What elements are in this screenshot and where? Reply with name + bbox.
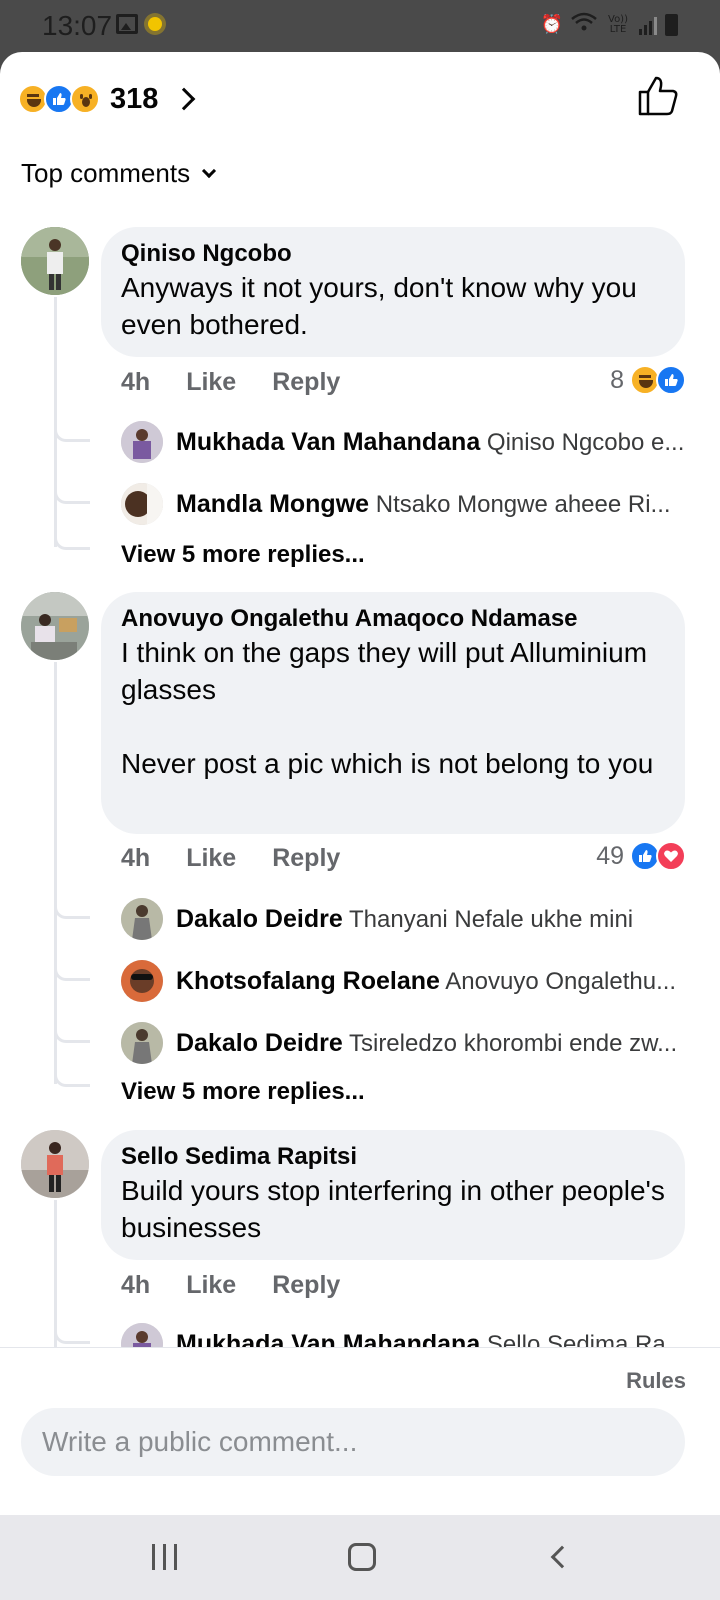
home-icon [348, 1543, 376, 1571]
comment-reaction-count: 49 [596, 841, 624, 870]
avatar[interactable] [121, 421, 163, 463]
comment-reactions[interactable]: 8 [610, 365, 686, 395]
chevron-right-icon [173, 87, 196, 111]
reactions-summary[interactable]: 318 [18, 74, 196, 124]
comments-sheet: 318 Top comments Qiniso Ngcobo Anyways i… [0, 52, 720, 1515]
like-button[interactable]: Like [186, 368, 236, 397]
comment-actions: 4h Like Reply [121, 844, 340, 873]
like-button[interactable]: Like [186, 844, 236, 873]
reply-text: Ntsako Mongwe aheee Ri... [375, 491, 671, 518]
comment-input[interactable] [21, 1408, 685, 1476]
love-icon [656, 841, 686, 871]
alarm-icon: ⏰ [540, 14, 563, 35]
comment-author[interactable]: Sello Sedima Rapitsi [121, 1142, 665, 1172]
network-type-label: Vo)) LTE [608, 13, 628, 35]
home-button[interactable] [342, 1539, 382, 1575]
thumbs-up-icon [638, 76, 678, 116]
comment-reaction-count: 8 [610, 365, 624, 394]
reaction-count: 318 [110, 82, 159, 115]
sort-comments-dropdown[interactable]: Top comments [21, 158, 217, 189]
reply-connector [54, 482, 90, 504]
reply-preview[interactable]: Mandla Mongwe Ntsako Mongwe aheee Ri... [176, 490, 686, 519]
reply-connector [54, 1322, 90, 1344]
recent-apps-icon [151, 1544, 155, 1570]
reply-connector [54, 1021, 90, 1043]
battery-icon [665, 13, 678, 36]
reply-connector [54, 528, 90, 550]
avatar[interactable] [121, 483, 163, 525]
like-post-button[interactable] [636, 74, 680, 118]
back-button[interactable] [540, 1539, 580, 1575]
reply-button[interactable]: Reply [272, 368, 340, 397]
reply-text: Tsireledzo khorombi ende zw... [348, 1030, 678, 1057]
reply-connector [54, 1065, 90, 1087]
comment-text: I think on the gaps they will put Allumi… [121, 637, 654, 779]
view-more-replies-link[interactable]: View 5 more replies... [121, 1078, 365, 1106]
comment-bubble[interactable]: Sello Sedima Rapitsi Build yours stop in… [101, 1130, 685, 1260]
reply-text: Qiniso Ngcobo e... [486, 429, 685, 456]
reply-button[interactable]: Reply [272, 1271, 340, 1300]
comment-text: Anyways it not yours, don't know why you… [121, 272, 645, 340]
reply-author: Dakalo Deidre [176, 1029, 343, 1057]
comment-author[interactable]: Qiniso Ngcobo [121, 239, 665, 269]
status-time: 13:07 [42, 10, 113, 41]
gallery-icon [116, 14, 138, 34]
system-nav-bar [0, 1515, 720, 1600]
reply-author: Khotsofalang Roelane [176, 967, 440, 995]
reply-text: Anovuyo Ongalethu... [445, 968, 677, 995]
sun-icon [148, 17, 162, 31]
like-icon [656, 365, 686, 395]
reply-author: Mukhada Van Mahandana [176, 428, 481, 456]
comment-text: Build yours stop interfering in other pe… [121, 1175, 673, 1243]
status-bar: 13:07 ⏰ Vo)) LTE [0, 0, 720, 52]
chevron-down-icon [202, 163, 217, 178]
comment-composer: Rules [0, 1347, 720, 1515]
signal-icon [639, 15, 657, 35]
rules-link[interactable]: Rules [626, 1368, 686, 1394]
wow-icon [70, 84, 100, 114]
reply-button[interactable]: Reply [272, 844, 340, 873]
reply-preview[interactable]: Khotsofalang Roelane Anovuyo Ongalethu..… [176, 967, 686, 996]
comment-time: 4h [121, 1271, 151, 1299]
avatar[interactable] [121, 960, 163, 1002]
view-more-replies-link[interactable]: View 5 more replies... [121, 541, 365, 569]
reply-connector [54, 897, 90, 919]
comment-author[interactable]: Anovuyo Ongalethu Amaqoco Ndamase [121, 604, 665, 634]
recent-apps-button[interactable] [144, 1539, 184, 1575]
reply-author: Mandla Mongwe [176, 490, 370, 518]
sort-label: Top comments [21, 158, 191, 188]
reply-author: Dakalo Deidre [176, 905, 343, 933]
avatar[interactable] [21, 227, 89, 295]
avatar[interactable] [121, 1022, 163, 1064]
comment-actions: 4h Like Reply [121, 368, 340, 397]
reply-text: Thanyani Nefale ukhe mini [348, 906, 634, 933]
comment-time: 4h [121, 368, 151, 396]
like-button[interactable]: Like [186, 1271, 236, 1300]
comment-reactions[interactable]: 49 [596, 841, 686, 871]
reply-connector [54, 959, 90, 981]
comment-bubble[interactable]: Qiniso Ngcobo Anyways it not yours, don'… [101, 227, 685, 357]
reply-connector [54, 420, 90, 442]
wifi-icon [571, 12, 597, 37]
back-icon [550, 1545, 574, 1569]
avatar[interactable] [121, 898, 163, 940]
comment-time: 4h [121, 844, 151, 872]
reply-preview[interactable]: Mukhada Van Mahandana Qiniso Ngcobo e... [176, 428, 686, 457]
avatar[interactable] [21, 592, 89, 660]
comment-actions: 4h Like Reply [121, 1271, 340, 1300]
avatar[interactable] [21, 1130, 89, 1198]
reply-preview[interactable]: Dakalo Deidre Thanyani Nefale ukhe mini [176, 905, 686, 934]
comment-bubble[interactable]: Anovuyo Ongalethu Amaqoco Ndamase I thin… [101, 592, 685, 834]
reply-preview[interactable]: Dakalo Deidre Tsireledzo khorombi ende z… [176, 1029, 686, 1058]
